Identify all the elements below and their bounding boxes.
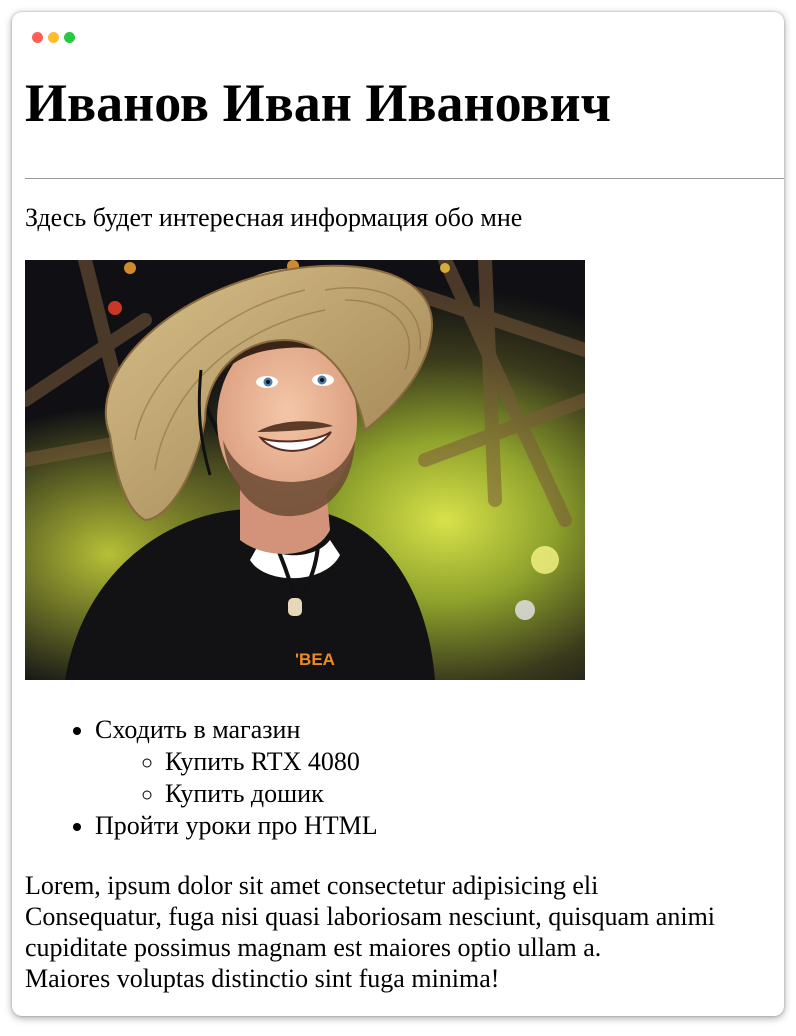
window-controls [32, 32, 75, 43]
todo-list: Сходить в магазин Купить RTX 4080 Купить… [25, 714, 378, 842]
list-item: Пройти уроки про HTML [95, 810, 378, 842]
list-item-label: Сходить в магазин [95, 715, 301, 744]
list-item: Купить RTX 4080 [165, 746, 378, 778]
list-item: Купить дошик [165, 778, 378, 810]
intro-text: Здесь будет интересная информация обо мн… [25, 203, 523, 232]
list-item-label: Пройти уроки про HTML [95, 811, 378, 840]
page-title: Иванов Иван Иванович [25, 73, 612, 133]
browser-window: Иванов Иван Иванович Здесь будет интерес… [12, 12, 784, 1016]
horizontal-divider [25, 178, 784, 179]
nested-list: Купить RTX 4080 Купить дошик [95, 746, 378, 810]
close-window-button[interactable] [32, 32, 43, 43]
minimize-window-button[interactable] [48, 32, 59, 43]
paragraph-line: cupiditate possimus magnam est maiores o… [25, 933, 602, 962]
paragraph-line: Consequatur, fuga nisi quasi laboriosam … [25, 902, 716, 931]
list-item: Сходить в магазин Купить RTX 4080 Купить… [95, 714, 378, 810]
portrait-photo: 'BEA [25, 260, 585, 680]
svg-text:'BEA: 'BEA [295, 650, 335, 669]
lorem-paragraph: Lorem, ipsum dolor sit amet consectetur … [25, 870, 784, 994]
portrait-photo-illustration: 'BEA [25, 260, 585, 680]
paragraph-line: Maiores voluptas distinctio sint fuga mi… [25, 964, 500, 993]
paragraph-line: Lorem, ipsum dolor sit amet consectetur … [25, 871, 599, 900]
maximize-window-button[interactable] [64, 32, 75, 43]
